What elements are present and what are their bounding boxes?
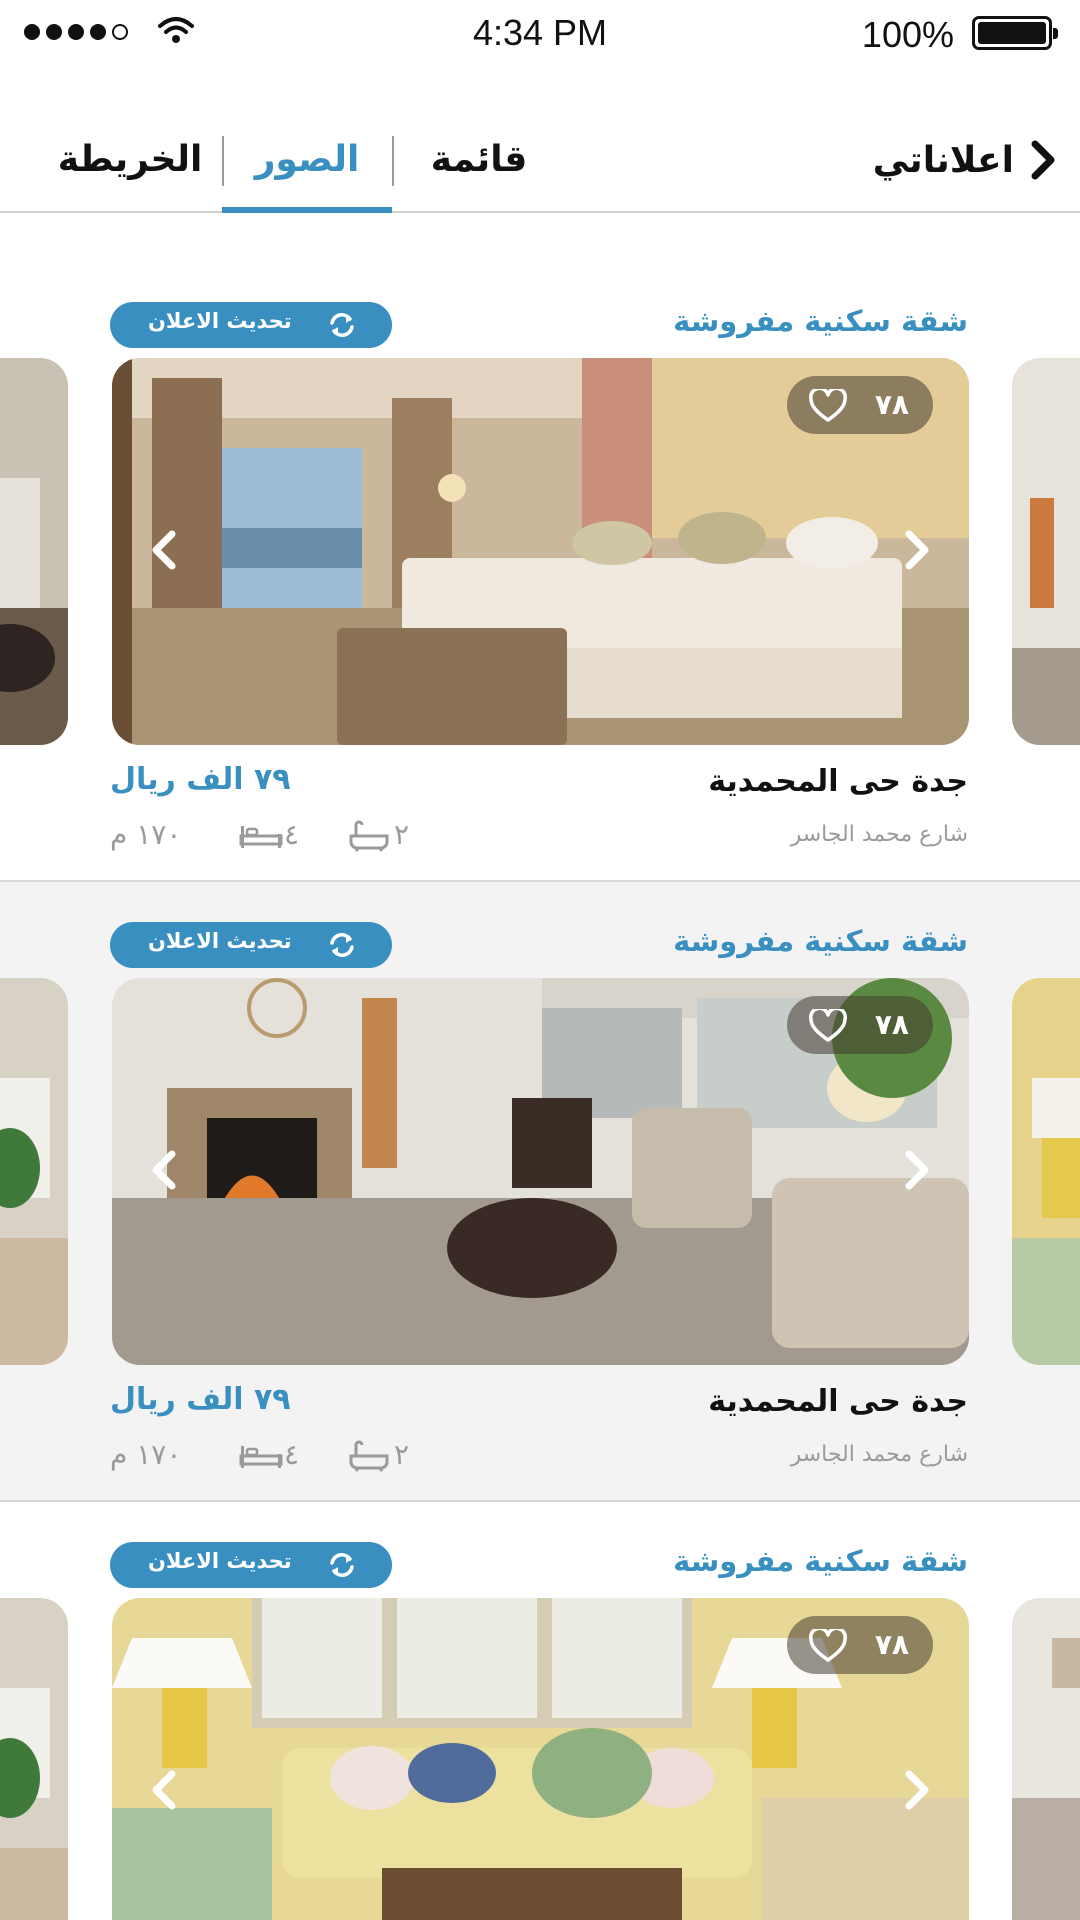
area-value: ١٧٠ م (110, 1438, 182, 1471)
previous-photo-peek[interactable] (0, 978, 68, 1365)
favorite-count: ٧٨ (874, 388, 909, 421)
refresh-icon (330, 1553, 354, 1577)
chevron-right-icon (1031, 140, 1055, 180)
update-listing-button[interactable]: تحديث الاعلان (110, 922, 392, 968)
listing-photo[interactable]: ٧٨ (112, 358, 969, 745)
active-tab-indicator (222, 207, 392, 213)
heart-icon[interactable] (809, 1629, 847, 1663)
update-listing-button[interactable]: تحديث الاعلان (110, 302, 392, 348)
tab-photos[interactable]: الصور (222, 130, 392, 190)
heart-icon[interactable] (809, 389, 847, 423)
refresh-icon (330, 933, 354, 957)
listing-features: ١٧٠ م ٤ ٢ (110, 1436, 440, 1476)
chevron-right-icon[interactable] (901, 1148, 935, 1192)
listing-street: شارع محمد الجاسر (790, 1442, 968, 1467)
favorite-count: ٧٨ (874, 1628, 909, 1661)
status-bar: 4:34 PM 100% (0, 0, 1080, 66)
listing-card[interactable]: شقة سكنية مفروشة تحديث الاعلان (0, 262, 1080, 882)
tab-list[interactable]: قائمة (394, 130, 564, 190)
favorite-badge[interactable]: ٧٨ (787, 1616, 933, 1674)
bed-icon (239, 826, 283, 848)
bathtub-icon (349, 1440, 389, 1472)
refresh-icon (330, 313, 354, 337)
bathrooms-count: ٢ (394, 818, 410, 851)
favorite-count: ٧٨ (874, 1008, 909, 1041)
update-listing-label: تحديث الاعلان (148, 929, 292, 953)
favorite-badge[interactable]: ٧٨ (787, 376, 933, 434)
listing-features: ١٧٠ م ٤ ٢ (110, 816, 440, 856)
listing-city: جدة حى المحمدية (708, 764, 968, 799)
bathtub-icon (349, 820, 389, 852)
listing-photo[interactable]: ٧٨ (112, 978, 969, 1365)
previous-photo-peek[interactable] (0, 1598, 68, 1920)
favorite-badge[interactable]: ٧٨ (787, 996, 933, 1054)
chevron-right-icon[interactable] (901, 528, 935, 572)
listing-title: شقة سكنية مفروشة (673, 1544, 968, 1578)
tab-map[interactable]: الخريطة (40, 130, 220, 190)
listing-card[interactable]: شقة سكنية مفروشة تحديث الاعلان (0, 1502, 1080, 1920)
listing-price: ٧٩ الف ريال (110, 1382, 291, 1417)
next-photo-peek[interactable] (1012, 358, 1080, 745)
top-navigation: الخريطة الصور قائمة اعلاناتي (0, 110, 1080, 213)
listing-card[interactable]: شقة سكنية مفروشة تحديث الاعلان (0, 882, 1080, 1502)
listing-title: شقة سكنية مفروشة (673, 304, 968, 338)
bedrooms-count: ٤ (284, 1438, 300, 1471)
chevron-right-icon[interactable] (901, 1768, 935, 1812)
listing-photo[interactable]: ٧٨ (112, 1598, 969, 1920)
listing-city: جدة حى المحمدية (708, 1384, 968, 1419)
back-button[interactable]: اعلاناتي (873, 130, 1056, 190)
area-value: ١٧٠ م (110, 818, 182, 851)
chevron-left-icon[interactable] (146, 1768, 180, 1812)
update-listing-label: تحديث الاعلان (148, 309, 292, 333)
update-listing-button[interactable]: تحديث الاعلان (110, 1542, 392, 1588)
next-photo-peek[interactable] (1012, 978, 1080, 1365)
bedrooms-count: ٤ (284, 818, 300, 851)
bathrooms-count: ٢ (394, 1438, 410, 1471)
battery-icon (972, 16, 1058, 50)
chevron-left-icon[interactable] (146, 1148, 180, 1192)
listing-title: شقة سكنية مفروشة (673, 924, 968, 958)
bed-icon (239, 1446, 283, 1468)
chevron-left-icon[interactable] (146, 528, 180, 572)
battery-percent: 100% (861, 14, 954, 55)
heart-icon[interactable] (809, 1009, 847, 1043)
update-listing-label: تحديث الاعلان (148, 1549, 292, 1573)
previous-photo-peek[interactable] (0, 358, 68, 745)
back-label: اعلاناتي (872, 139, 1014, 181)
next-photo-peek[interactable] (1012, 1598, 1080, 1920)
listing-street: شارع محمد الجاسر (790, 822, 968, 847)
listing-price: ٧٩ الف ريال (110, 762, 291, 797)
